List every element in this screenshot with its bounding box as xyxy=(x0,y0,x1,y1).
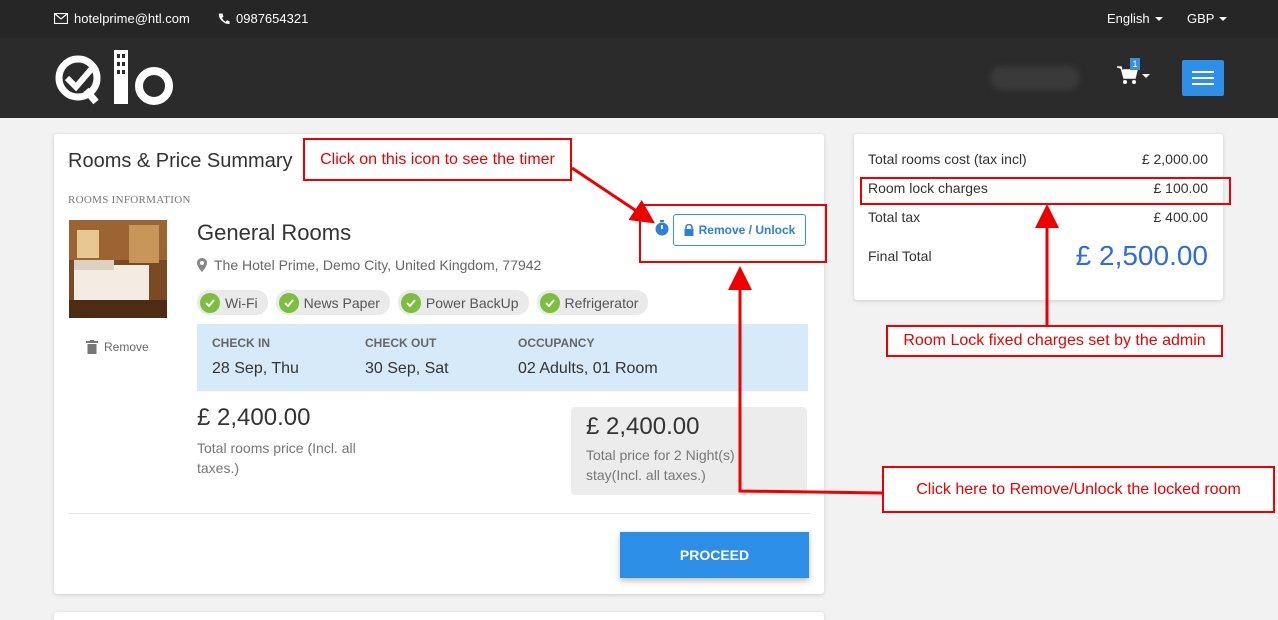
arrow-to-unlock-button xyxy=(728,266,883,495)
arrow-to-timer xyxy=(571,166,655,224)
annotation-arrows xyxy=(571,166,1059,495)
